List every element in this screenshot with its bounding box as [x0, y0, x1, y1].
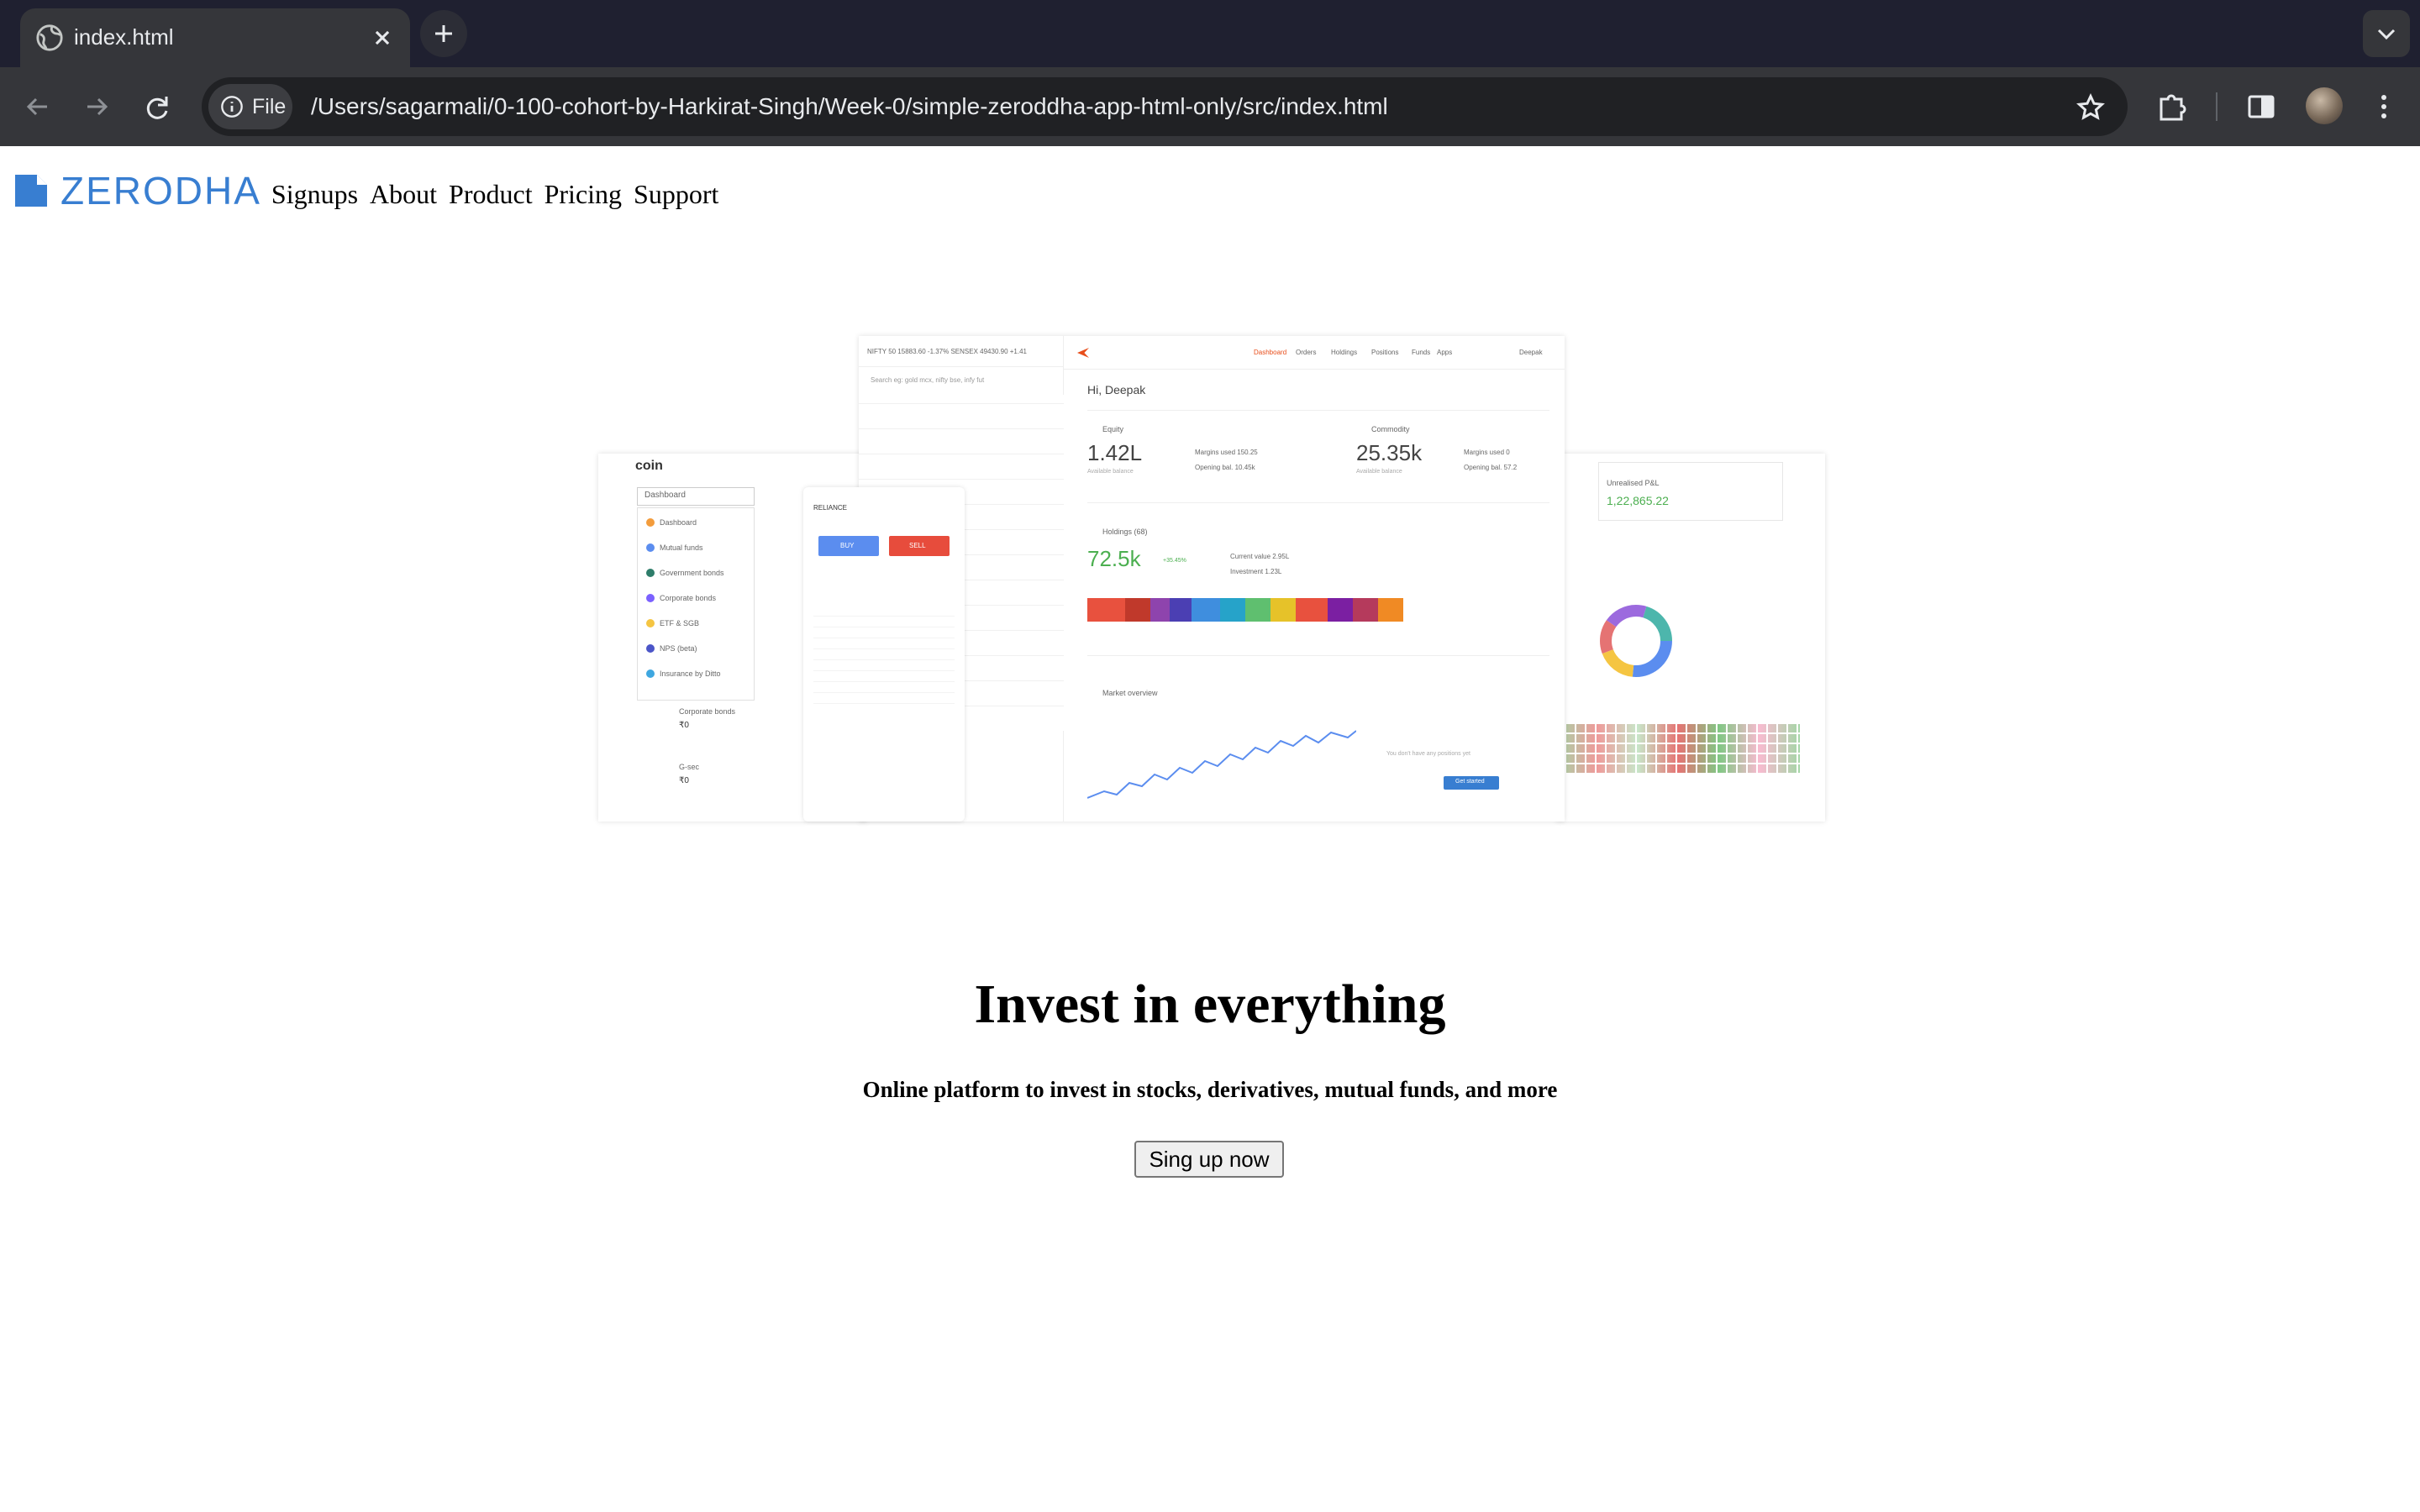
browser-tab[interactable]: index.html	[20, 8, 410, 67]
profile-avatar[interactable]	[2306, 87, 2343, 124]
hero-image: coin Dashboard Dashboard Mutual funds Go…	[598, 336, 1825, 822]
mobile-mock-panel: RELIANCE BUY SELL	[803, 487, 965, 822]
nav-link-pricing[interactable]: Pricing	[544, 179, 622, 209]
coin-menu: Dashboard Mutual funds Government bonds …	[637, 507, 755, 701]
tab-title: index.html	[74, 24, 174, 50]
toolbar-divider	[2216, 92, 2217, 121]
coin-select: Dashboard	[637, 487, 755, 506]
tab-search-button[interactable]	[2363, 10, 2410, 57]
signup-button[interactable]: Sing up now	[1134, 1141, 1284, 1178]
market-line-chart	[1087, 730, 1356, 799]
nav-link-product[interactable]: Product	[449, 179, 533, 209]
greeting: Hi, Deepak	[1087, 383, 1146, 396]
reload-icon[interactable]	[136, 86, 178, 128]
new-tab-button[interactable]	[420, 10, 467, 57]
nav-link-about[interactable]: About	[370, 179, 437, 209]
main-nav: Signups About Product Pricing Support	[271, 179, 727, 210]
close-icon[interactable]	[368, 24, 397, 52]
logo-mark-icon	[15, 175, 47, 207]
logo-text: ZERODHA	[60, 169, 261, 213]
site-info-chip[interactable]: File	[208, 84, 292, 129]
kite-dashboard-panel: NIFTY 50 15883.60 -1.37% SENSEX 49430.90…	[859, 336, 1565, 822]
address-bar[interactable]: File /Users/sagarmali/0-100-cohort-by-Ha…	[202, 77, 2128, 136]
donut-chart	[1600, 605, 1672, 677]
hero-subtitle: Online platform to invest in stocks, der…	[862, 1077, 1558, 1102]
coin-logo: coin	[635, 459, 663, 473]
url-text[interactable]: /Users/sagarmali/0-100-cohort-by-Harkira…	[311, 77, 1388, 136]
plus-icon	[435, 25, 452, 42]
extensions-puzzle-icon[interactable]	[2153, 87, 2191, 126]
file-scheme-label: File	[252, 95, 287, 118]
site-header: ZERODHA Signups About Product Pricing Su…	[15, 160, 727, 210]
back-arrow-icon[interactable]	[17, 86, 59, 128]
chevron-down-icon	[2377, 29, 2396, 40]
page-content: ZERODHA Signups About Product Pricing Su…	[0, 146, 2420, 1512]
info-icon	[221, 96, 243, 118]
globe-icon	[36, 24, 63, 51]
analytics-panel: Unrealised P&L 1,22,865.22	[1556, 454, 1825, 822]
side-panel-icon[interactable]	[2242, 87, 2281, 126]
zerodha-logo[interactable]: ZERODHA	[15, 171, 261, 210]
kite-topnav: Dashboard Orders Holdings Positions Fund…	[1064, 336, 1565, 370]
hero-title: Invest in everything	[974, 974, 1446, 1035]
nav-link-support[interactable]: Support	[634, 179, 718, 209]
bookmark-star-icon[interactable]	[2075, 92, 2106, 123]
browser-toolbar: File /Users/sagarmali/0-100-cohort-by-Ha…	[0, 67, 2420, 146]
kebab-menu-icon[interactable]	[2365, 87, 2403, 126]
tab-strip: index.html	[0, 0, 2420, 67]
holdings-bar	[1087, 598, 1403, 622]
nav-link-signups[interactable]: Signups	[271, 179, 358, 209]
forward-arrow-icon[interactable]	[76, 86, 118, 128]
